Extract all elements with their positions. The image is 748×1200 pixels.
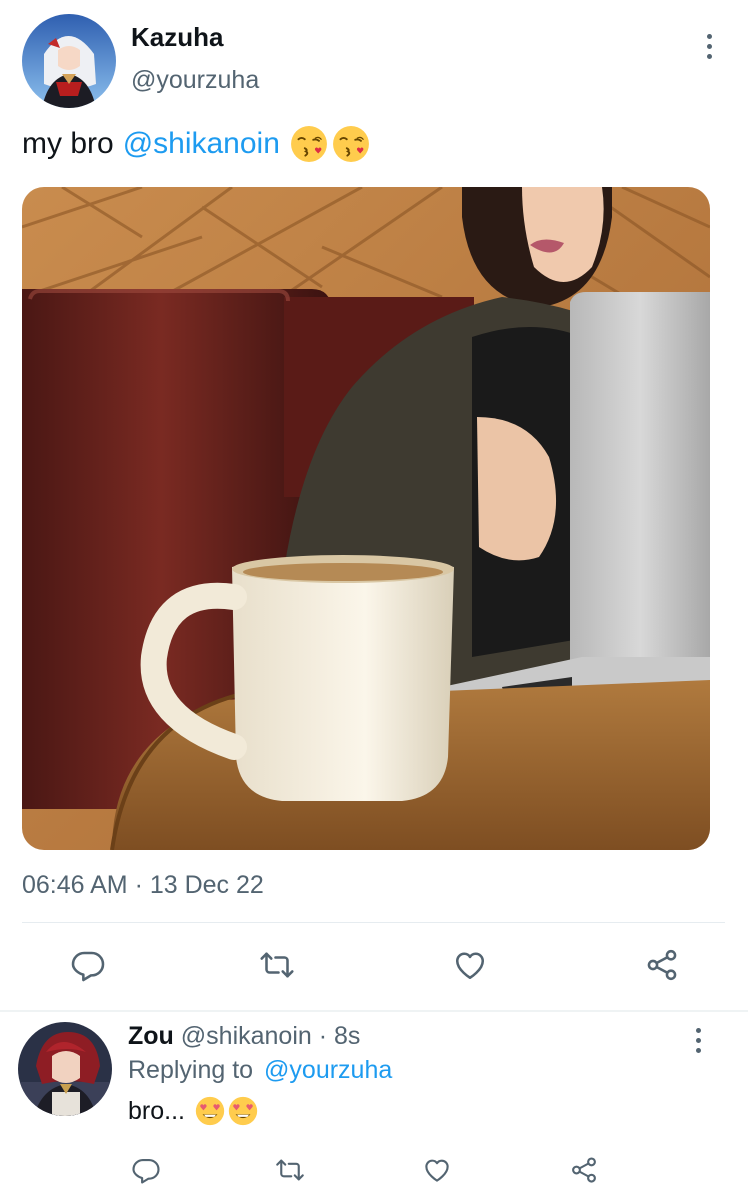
reply-text: bro... xyxy=(128,1096,258,1126)
author-name[interactable]: Kazuha xyxy=(131,22,223,53)
like-icon[interactable] xyxy=(450,945,490,985)
reply-age: · 8s xyxy=(318,1022,361,1050)
reply-author-avatar-image xyxy=(18,1022,112,1116)
author-handle[interactable]: @yourzuha xyxy=(131,66,259,95)
tweet-text-body: my bro xyxy=(22,127,114,160)
replying-to: Replying to @yourzuha xyxy=(128,1056,392,1085)
like-icon[interactable] xyxy=(417,1150,457,1190)
kissing-heart-emoji xyxy=(332,125,370,163)
kissing-heart-emoji xyxy=(290,125,328,163)
reply-author-name[interactable]: Zou xyxy=(128,1022,174,1050)
reply-tweet[interactable]: Zou @shikanoin · 8s Replying to @yourzuh… xyxy=(0,1012,748,1200)
tweet-mention-link[interactable]: @shikanoin xyxy=(123,127,280,161)
share-icon[interactable] xyxy=(564,1150,604,1190)
divider xyxy=(22,922,725,923)
tweet-text: my bro @shikanoin xyxy=(22,125,370,163)
reply-icon[interactable] xyxy=(68,945,108,985)
heart-eyes-emoji xyxy=(195,1096,225,1126)
author-avatar-image xyxy=(22,14,116,108)
retweet-icon[interactable] xyxy=(257,945,297,985)
more-options-icon[interactable] xyxy=(699,26,719,66)
tweet-media-image[interactable] xyxy=(22,187,710,850)
reply-text-body: bro... xyxy=(128,1096,185,1125)
reply-author-handle[interactable]: @shikanoin xyxy=(181,1022,312,1050)
replying-to-label: Replying to xyxy=(128,1056,254,1084)
author-avatar[interactable] xyxy=(22,14,116,108)
share-icon[interactable] xyxy=(642,945,682,985)
reply-more-options-icon[interactable] xyxy=(688,1020,708,1060)
reply-author-avatar[interactable] xyxy=(18,1022,112,1116)
tweet-timestamp[interactable]: 06:46 AM · 13 Dec 22 xyxy=(22,871,264,900)
heart-eyes-emoji xyxy=(228,1096,258,1126)
replying-to-link[interactable]: @yourzuha xyxy=(264,1056,392,1084)
tweet[interactable]: Kazuha @yourzuha my bro @shikanoin 06:46… xyxy=(0,0,748,1010)
retweet-icon[interactable] xyxy=(270,1150,310,1190)
reply-icon[interactable] xyxy=(126,1150,166,1190)
reply-header: Zou @shikanoin · 8s xyxy=(128,1022,360,1051)
